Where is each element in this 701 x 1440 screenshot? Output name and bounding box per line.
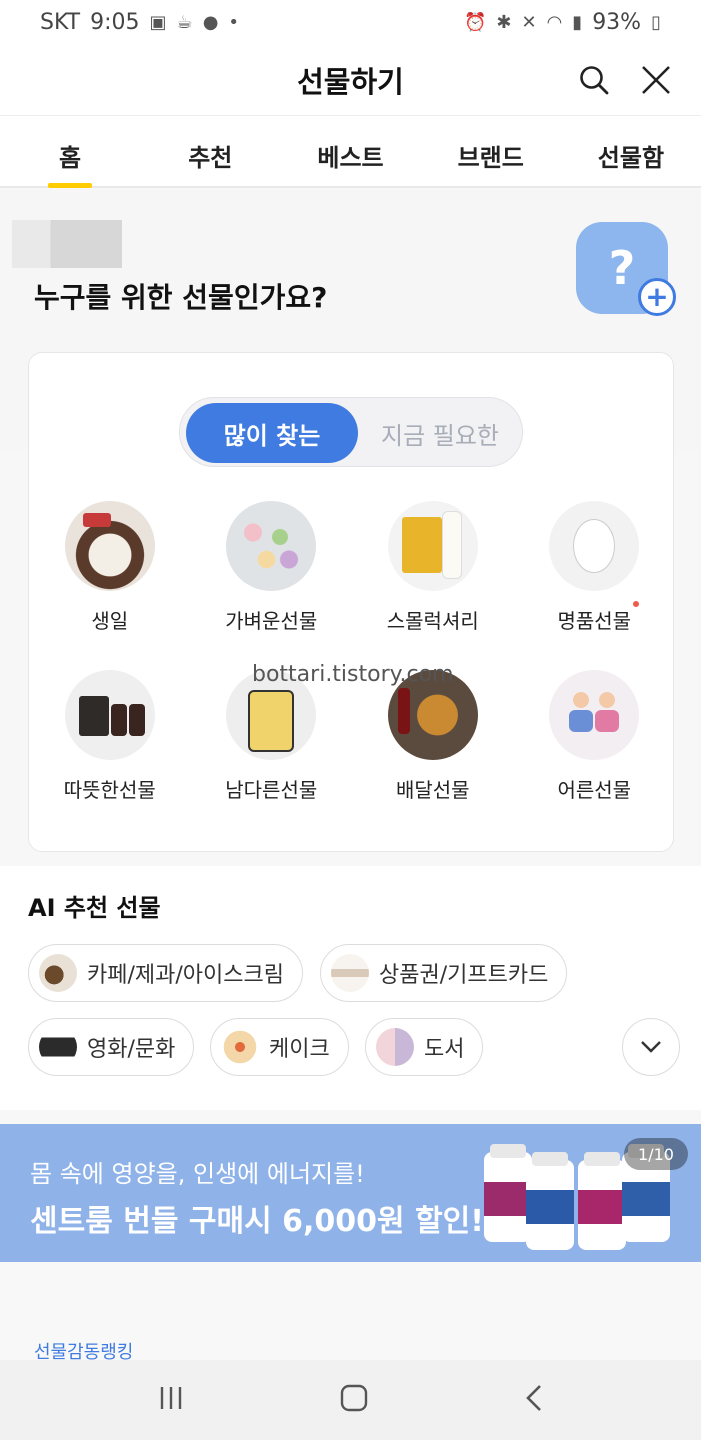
toggle-popular[interactable]: 많이 찾는	[186, 403, 358, 463]
status-bar: SKT 9:05 ▣ ☕ ● • ⏰ ✱ ✕ ◠ ▮ 93% ▯	[0, 0, 701, 44]
gallery-icon: ▣	[149, 11, 167, 33]
macaron-icon	[226, 501, 317, 591]
chip-label: 영화/문화	[87, 1037, 176, 1062]
talk-icon: ●	[202, 11, 219, 33]
chip-movie-culture[interactable]: 영화/문화	[28, 1018, 195, 1076]
new-badge-dot	[633, 601, 640, 607]
category-label: 명품선물	[557, 601, 640, 634]
tab-bar: 홈 추천 베스트 브랜드 선물함	[0, 116, 701, 188]
blurred-username	[12, 220, 122, 268]
category-small-luxury[interactable]: 스몰럭셔리	[352, 501, 514, 634]
banner-subtitle: 몸 속에 영양을, 인생에 에너지를!	[30, 1160, 365, 1188]
app-header: 선물하기	[0, 44, 701, 116]
tab-giftbox[interactable]: 선물함	[561, 116, 701, 186]
coffee-icon	[39, 954, 77, 992]
category-elder-gift[interactable]: 어른선물	[514, 670, 676, 803]
gift-set-icon	[64, 670, 155, 760]
chip-books[interactable]: 도서	[365, 1018, 484, 1076]
wifi-icon: ◠	[546, 11, 563, 33]
category-grid: 생일 가벼운선물 스몰럭셔리 명품선물 따뜻한선물 남다른선물 배달선물 어른선…	[29, 501, 675, 803]
alarm-icon: ⏰	[463, 11, 487, 33]
toggle-needed-now[interactable]: 지금 필요한	[360, 403, 520, 463]
category-label: 배달선물	[395, 778, 470, 802]
close-icon	[642, 66, 670, 94]
tab-brand[interactable]: 브랜드	[421, 116, 561, 186]
promo-banner[interactable]: 몸 속에 영양을, 인생에 에너지를! 센트룸 번들 구매시 6,000원 할인…	[0, 1124, 701, 1262]
tab-home[interactable]: 홈	[0, 116, 140, 186]
bluetooth-icon: ✱	[496, 11, 512, 33]
back-button[interactable]	[524, 1383, 544, 1417]
chip-voucher-giftcard[interactable]: 상품권/기프트카드	[320, 944, 568, 1002]
category-label: 가벼운선물	[225, 609, 318, 633]
more-notifications-icon: •	[228, 11, 240, 33]
category-label: 남다른선물	[225, 778, 318, 802]
category-label: 따뜻한선물	[63, 778, 156, 802]
carrier-label: SKT	[40, 9, 81, 35]
section-title: AI 추천 선물	[28, 894, 161, 922]
question-mark-icon: ?	[608, 241, 636, 295]
chip-cafe-bakery[interactable]: 카페/제과/아이스크림	[28, 944, 303, 1002]
book-icon	[376, 1028, 414, 1066]
back-icon	[525, 1385, 541, 1411]
home-button[interactable]	[339, 1383, 369, 1417]
perfume-icon	[549, 501, 640, 591]
search-icon	[580, 66, 609, 95]
category-label: 스몰럭셔리	[386, 609, 479, 633]
category-light-gift[interactable]: 가벼운선물	[191, 501, 353, 634]
birthday-cake-icon	[64, 501, 155, 591]
home-icon	[341, 1384, 368, 1412]
expand-chips-button[interactable]	[622, 1018, 680, 1076]
signal-icon: ▮	[572, 11, 583, 33]
hero-question: 누구를 위한 선물인가요?	[34, 281, 328, 314]
battery-icon: ▯	[651, 11, 661, 33]
cup-icon: ☕	[176, 11, 193, 33]
category-delivery-gift[interactable]: 배달선물	[352, 670, 514, 803]
close-button[interactable]	[634, 58, 678, 102]
category-label: 생일	[91, 609, 129, 633]
add-recipient-icon[interactable]: +	[638, 278, 676, 316]
category-warm-gift[interactable]: 따뜻한선물	[29, 670, 191, 803]
product-bottle-image	[484, 1144, 532, 1242]
chip-cake[interactable]: 케이크	[210, 1018, 349, 1076]
category-luxury[interactable]: 명품선물	[514, 501, 676, 634]
category-label: 어른선물	[557, 778, 632, 802]
chip-label: 케이크	[269, 1037, 330, 1062]
tab-best[interactable]: 베스트	[280, 116, 420, 186]
ticket-icon	[39, 1028, 77, 1066]
product-bottle-image	[578, 1152, 626, 1250]
recent-apps-button[interactable]	[157, 1384, 185, 1416]
chip-label: 상품권/기프트카드	[379, 963, 549, 988]
category-label-text: 명품선물	[557, 609, 632, 633]
cosmetics-icon	[387, 501, 478, 591]
product-bottle-image	[526, 1152, 574, 1250]
chip-label: 카페/제과/아이스크림	[87, 963, 284, 988]
banner-page-indicator: 1/10	[624, 1138, 688, 1170]
banner-title: 센트룸 번들 구매시 6,000원 할인!	[30, 1204, 484, 1239]
voucher-icon	[331, 954, 369, 992]
search-button[interactable]	[572, 58, 616, 102]
cake-icon	[221, 1028, 259, 1066]
page-title: 선물하기	[297, 64, 404, 99]
chip-label: 도서	[424, 1037, 465, 1062]
category-birthday[interactable]: 생일	[29, 501, 191, 634]
mute-icon: ✕	[521, 11, 537, 33]
watermark-text: bottari.tistory.com	[252, 662, 454, 687]
tab-recommend[interactable]: 추천	[140, 116, 280, 186]
chevron-down-icon	[641, 1041, 661, 1053]
custom-cake-icon	[549, 670, 640, 760]
battery-level: 93%	[592, 9, 642, 35]
time-label: 9:05	[90, 9, 140, 35]
category-card: 많이 찾는 지금 필요한 생일 가벼운선물 스몰럭셔리 명품선물 따뜻한선물 남…	[28, 352, 674, 852]
ai-recommend-section: AI 추천 선물 카페/제과/아이스크림 상품권/기프트카드 영화/문화 케이크…	[0, 866, 701, 1110]
system-nav-bar	[0, 1360, 701, 1440]
recent-apps-icon	[160, 1387, 182, 1409]
category-unique-gift[interactable]: 남다른선물	[191, 670, 353, 803]
category-toggle: 많이 찾는 지금 필요한	[179, 397, 523, 467]
